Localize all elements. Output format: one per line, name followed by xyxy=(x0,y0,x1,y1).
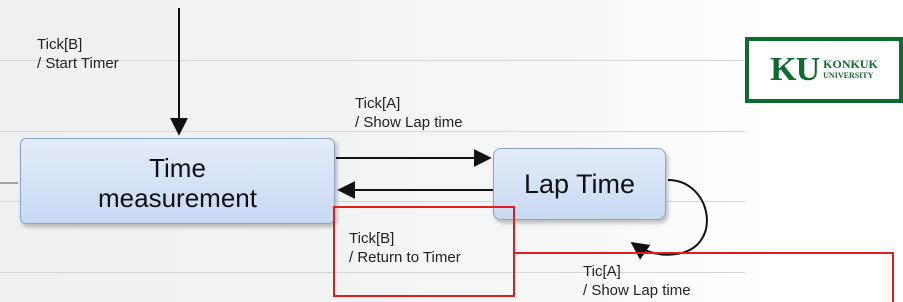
highlight-line xyxy=(514,252,894,302)
highlight-connector xyxy=(514,252,894,302)
